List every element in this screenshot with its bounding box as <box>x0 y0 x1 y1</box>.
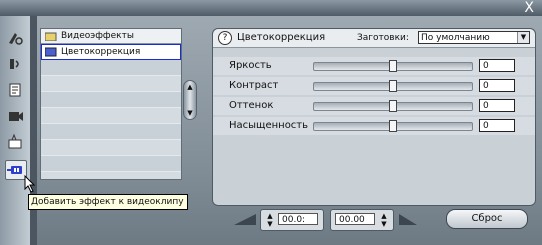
timecode-start-spinner[interactable]: ▲ ▼ 00.0: <box>260 209 324 231</box>
list-item <box>41 124 181 140</box>
titles-icon[interactable] <box>5 80 27 100</box>
preset-label: Заготовки: <box>357 33 409 43</box>
bottom-controls: ▲ ▼ 00.0: 00.00 ▲ ▼ Сброс <box>212 207 534 233</box>
slider-value-field[interactable]: 0 <box>479 119 515 132</box>
slider-thumb[interactable] <box>389 100 397 112</box>
list-scroll-wheel[interactable]: ▲ ▼ <box>183 80 197 120</box>
preset-dropdown[interactable]: По умолчанию ▼ <box>418 31 530 44</box>
slider-label: Оттенок <box>229 100 274 111</box>
panel-title: Цветокоррекция <box>237 32 326 43</box>
slider-value-field[interactable]: 0 <box>479 59 515 72</box>
slider-row: Насыщенность 0 <box>213 117 535 135</box>
list-item <box>41 92 181 108</box>
toolbar-separator <box>30 16 37 245</box>
title-bar: X <box>0 0 542 16</box>
scroll-down-icon[interactable]: ▼ <box>187 109 192 117</box>
close-button[interactable]: X <box>524 0 534 16</box>
slider-label: Яркость <box>229 60 272 71</box>
volume-ramp-icon <box>234 214 256 225</box>
effect-item-label: Цветокоррекция <box>61 46 141 57</box>
slider-label: Насыщенность <box>229 120 309 131</box>
reset-button[interactable]: Сброс <box>446 209 528 229</box>
slider-row: Яркость 0 <box>213 57 535 75</box>
slider-thumb[interactable] <box>389 60 397 72</box>
side-toolbar <box>0 16 31 245</box>
slider-track[interactable] <box>313 100 473 112</box>
camera-icon[interactable] <box>5 106 27 126</box>
volume-ramp-end-icon <box>399 214 417 225</box>
spinner-arrows-icon[interactable]: ▲ ▼ <box>265 212 275 228</box>
slider-track[interactable] <box>313 120 473 132</box>
mouse-cursor-icon <box>24 175 36 193</box>
effect-item-color-correction[interactable]: Цветокоррекция <box>41 44 181 60</box>
list-item <box>41 60 181 76</box>
effects-list: Видеоэффекты Цветокоррекция <box>40 28 182 180</box>
slider-value-field[interactable]: 0 <box>479 99 515 112</box>
list-item <box>41 108 181 124</box>
slider-label: Контраст <box>229 80 279 91</box>
panel-header: ? Цветокоррекция Заготовки: По умолчанию… <box>213 29 535 48</box>
chevron-down-icon[interactable]: ▼ <box>517 32 529 43</box>
slider-row: Оттенок 0 <box>213 97 535 115</box>
list-item <box>41 76 181 92</box>
disc-icon[interactable] <box>5 132 27 152</box>
effects-category-label: Видеоэффекты <box>61 31 134 41</box>
slider-row: Контраст 0 <box>213 77 535 95</box>
timecode-end-field[interactable]: 00.00 <box>335 213 375 225</box>
timecode-start-field[interactable]: 00.0: <box>278 213 318 225</box>
folder-icon <box>45 32 57 41</box>
effects-category-header[interactable]: Видеоэффекты <box>41 29 181 44</box>
list-item <box>41 156 181 172</box>
spinner-arrows-icon[interactable]: ▲ ▼ <box>379 212 389 228</box>
slider-value-field[interactable]: 0 <box>479 79 515 92</box>
help-icon[interactable]: ? <box>218 31 232 45</box>
timecode-end-spinner[interactable]: 00.00 ▲ ▼ <box>330 209 394 231</box>
preset-value: По умолчанию <box>421 33 490 43</box>
film-icon <box>45 47 57 56</box>
clip-properties-icon[interactable] <box>5 28 27 48</box>
list-item <box>41 140 181 156</box>
effect-settings-panel: ? Цветокоррекция Заготовки: По умолчанию… <box>212 28 536 206</box>
slider-track[interactable] <box>313 60 473 72</box>
slider-thumb[interactable] <box>389 120 397 132</box>
slider-thumb[interactable] <box>389 80 397 92</box>
slider-track[interactable] <box>313 80 473 92</box>
tooltip: Добавить эффект к видеоклипу <box>28 194 188 210</box>
scroll-up-icon[interactable]: ▲ <box>187 83 192 91</box>
audio-icon[interactable] <box>5 54 27 74</box>
